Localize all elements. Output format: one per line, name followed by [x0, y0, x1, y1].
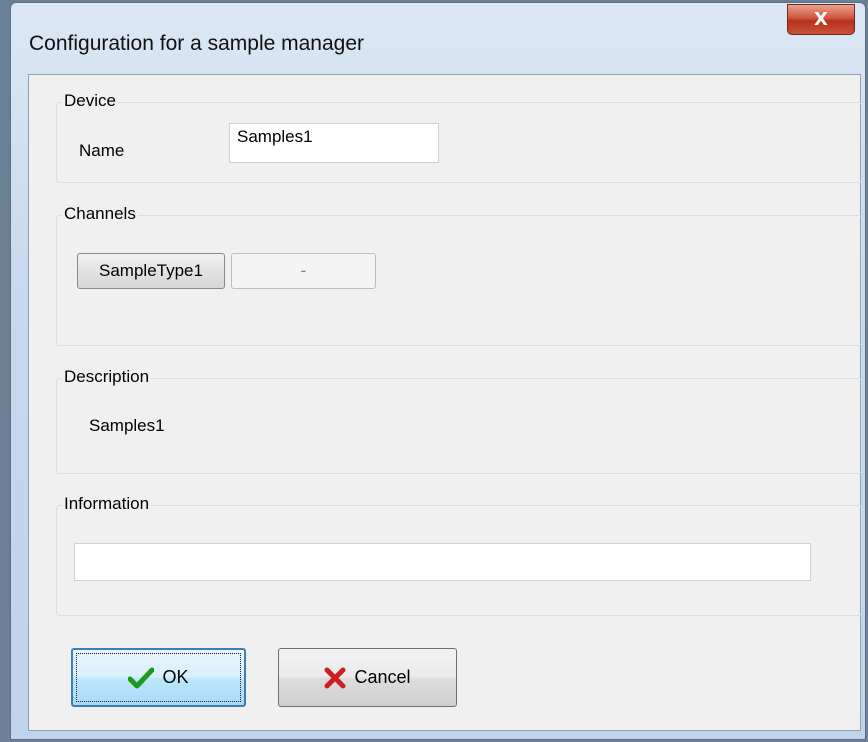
dialog-window: Configuration for a sample manager X Dev… [10, 2, 866, 740]
channels-group: Channels SampleType1 - [56, 204, 862, 346]
device-group-label: Device [62, 91, 118, 111]
ok-button[interactable]: OK [71, 648, 246, 707]
device-group: Device Name Samples1 [56, 91, 862, 183]
information-group-label: Information [62, 494, 152, 514]
information-group: Information [56, 494, 862, 616]
ok-label: OK [162, 667, 189, 687]
description-group: Description Samples1 [56, 367, 862, 474]
description-text: Samples1 [89, 416, 165, 435]
window-title: Configuration for a sample manager [29, 32, 365, 55]
channels-group-label: Channels [62, 204, 138, 224]
name-input[interactable]: Samples1 [229, 123, 439, 163]
name-label: Name [79, 141, 125, 160]
title-bar[interactable]: Configuration for a sample manager X [11, 3, 865, 79]
dialog-client-area: Device Name Samples1 Channels SampleType… [28, 74, 862, 731]
close-icon: X [814, 9, 828, 30]
close-button[interactable]: X [787, 4, 855, 35]
cancel-button[interactable]: Cancel [278, 648, 457, 707]
channel-button-sampletype1[interactable]: SampleType1 [77, 253, 225, 289]
information-input[interactable] [74, 543, 811, 581]
cancel-label: Cancel [354, 667, 411, 687]
checkmark-icon [128, 667, 155, 688]
description-group-label: Description [62, 367, 152, 387]
red-x-icon [324, 667, 346, 688]
channel-button-empty: - [231, 253, 376, 289]
